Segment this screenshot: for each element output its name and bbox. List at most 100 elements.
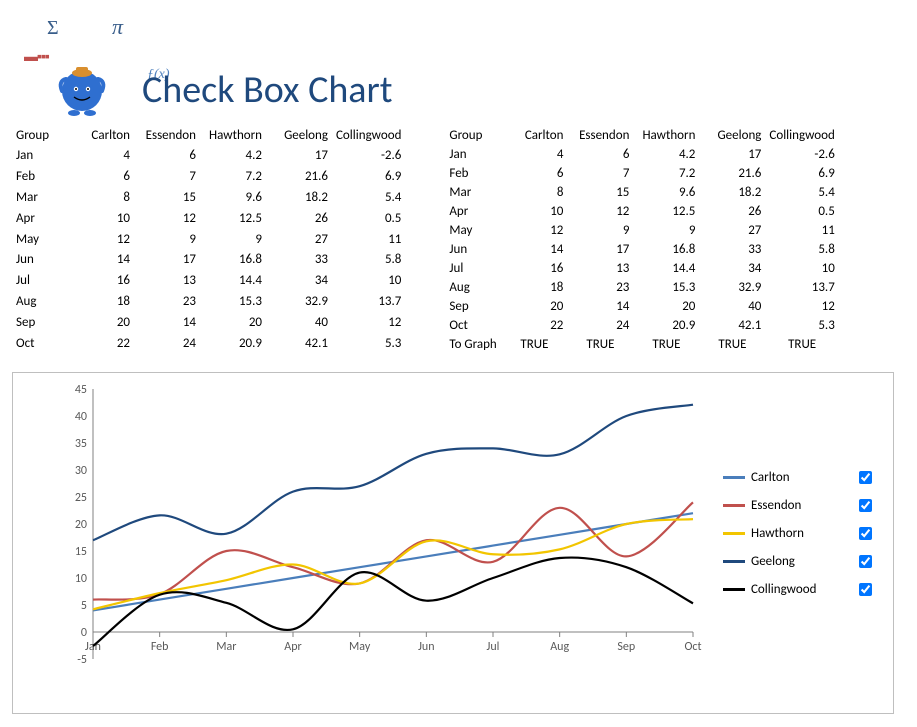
table-row: Jul161314.43410 [12,270,405,291]
cell: 24 [134,333,200,354]
svg-text:Jun: Jun [418,640,434,654]
cell: 14.4 [633,259,699,278]
row-label: Aug [12,291,68,312]
cell: 8 [68,187,134,208]
row-label: Jun [12,249,68,270]
cell: 13 [567,259,633,278]
cell: 5.8 [332,249,405,270]
cell: 22 [68,333,134,354]
cell: 18.2 [699,183,765,202]
data-table-right: GroupCarltonEssendonHawthornGeelongColli… [445,126,838,354]
col-header: Collingwood [332,126,405,145]
col-header: Hawthorn [633,126,699,145]
row-label: Jul [12,270,68,291]
cell: 15.3 [633,278,699,297]
series-checkbox[interactable] [859,499,872,512]
cell: 11 [765,221,838,240]
row-label: Apr [445,202,501,221]
table-row: Mar8159.618.25.4 [445,183,838,202]
row-label: Jul [445,259,501,278]
sigma-icon: Σ [47,17,59,40]
cell: 21.6 [699,164,765,183]
cell: 9 [633,221,699,240]
table-row: May12992711 [445,221,838,240]
cell: 4 [68,145,134,166]
row-label: Jan [12,145,68,166]
cell: TRUE [567,335,633,354]
cell: 17 [134,249,200,270]
cell: 4 [501,145,567,164]
series-checkbox[interactable] [859,527,872,540]
row-label: Jun [445,240,501,259]
cell: 7 [567,164,633,183]
cell: 34 [266,270,332,291]
series-checkbox[interactable] [859,555,872,568]
cell: 23 [567,278,633,297]
col-header: Geelong [699,126,765,145]
cell: 5.4 [332,187,405,208]
cell: 12 [68,229,134,250]
row-label: Feb [445,164,501,183]
table-row: Jul161314.43410 [445,259,838,278]
row-label: To Graph [445,335,501,354]
cell: 17 [567,240,633,259]
cell: -2.6 [765,145,838,164]
cell: 15 [134,187,200,208]
series-checkbox[interactable] [859,471,872,484]
row-label: Oct [445,316,501,335]
col-header: Group [12,126,68,145]
cell: 32.9 [699,278,765,297]
col-header: Collingwood [765,126,838,145]
cell: 8 [501,183,567,202]
cell: 9 [134,229,200,250]
cell: 5.4 [765,183,838,202]
legend-label: Carlton [751,470,841,485]
cell: 9.6 [200,187,266,208]
cell: 16.8 [633,240,699,259]
page-title: Check Box Chart [142,67,393,113]
cell: 13.7 [332,291,405,312]
col-header: Carlton [501,126,567,145]
svg-text:Oct: Oct [684,640,701,654]
cell: TRUE [633,335,699,354]
cell: 17 [266,145,332,166]
cell: 12.5 [200,208,266,229]
cell: 34 [699,259,765,278]
cell: 9.6 [633,183,699,202]
cell: 12 [765,297,838,316]
cell: 11 [332,229,405,250]
svg-text:Feb: Feb [151,640,169,654]
cell: 32.9 [266,291,332,312]
cell: 33 [266,249,332,270]
svg-text:-5: -5 [77,653,87,667]
cell: 9 [567,221,633,240]
row-label: Mar [445,183,501,202]
series-checkbox[interactable] [859,583,872,596]
cell: 10 [501,202,567,221]
cell: 10 [765,259,838,278]
cell: 4.2 [200,145,266,166]
cell: 42.1 [699,316,765,335]
data-table-left: GroupCarltonEssendonHawthornGeelongColli… [12,126,405,354]
legend-swatch [723,532,745,535]
cell: 14 [68,249,134,270]
cell: 20 [501,297,567,316]
legend-label: Collingwood [751,582,841,597]
cell: 13 [134,270,200,291]
cell: 7.2 [200,166,266,187]
header: Σ π ▬▪▪▪ ƒ(x) Check Box Chart [12,12,905,122]
col-header: Group [445,126,501,145]
series-collingwood [93,558,693,646]
table-row: Mar8159.618.25.4 [12,187,405,208]
table-row: Jan464.217-2.6 [445,145,838,164]
cell: 6 [68,166,134,187]
cell: 12 [501,221,567,240]
cell: 26 [266,208,332,229]
cell: 6.9 [765,164,838,183]
legend-swatch [723,504,745,507]
cell: 5.8 [765,240,838,259]
cell: 15.3 [200,291,266,312]
svg-text:25: 25 [75,491,87,505]
svg-text:30: 30 [75,464,87,478]
svg-text:0: 0 [81,626,87,640]
